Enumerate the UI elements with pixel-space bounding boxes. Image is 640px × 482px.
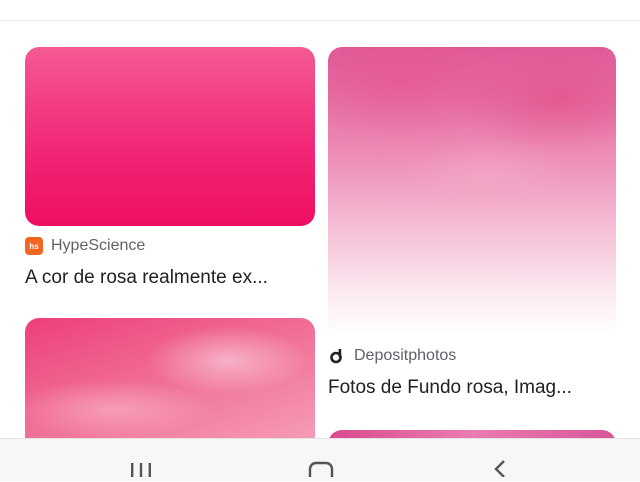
result-title-2[interactable]: Fotos de Fundo rosa, Imag... <box>328 377 572 399</box>
top-divider <box>0 20 640 21</box>
result-image-1[interactable] <box>25 47 315 226</box>
home-icon[interactable] <box>308 457 334 482</box>
result-source-label-1: HypeScience <box>51 237 146 254</box>
system-navigation-bar <box>0 438 640 482</box>
result-source-1[interactable]: hs HypeScience <box>25 237 145 255</box>
result-title-1[interactable]: A cor de rosa realmente ex... <box>25 267 268 289</box>
result-source-label-2: Depositphotos <box>354 347 457 364</box>
result-image-2[interactable] <box>328 47 616 335</box>
hypescience-favicon-icon: hs <box>25 237 43 255</box>
back-icon[interactable] <box>490 457 510 482</box>
result-image-3[interactable] <box>25 318 315 458</box>
depositphotos-favicon-icon <box>328 347 346 365</box>
result-source-2[interactable]: Depositphotos <box>328 347 456 365</box>
recent-apps-icon[interactable] <box>128 457 154 482</box>
